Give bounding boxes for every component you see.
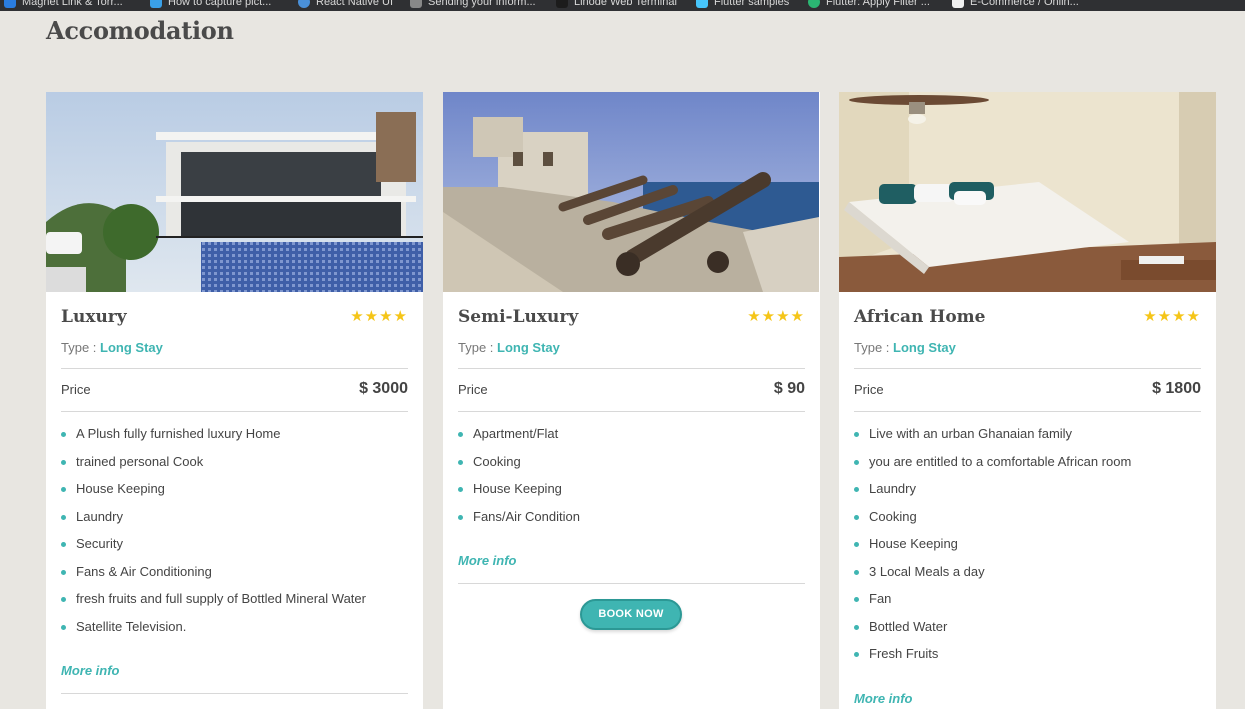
accommodation-card-semi-luxury: Semi-Luxury ★★★★ Type : Long Stay Price …	[443, 92, 820, 709]
feature-item: Bottled Water	[854, 619, 1131, 647]
card-title: Luxury	[61, 307, 127, 327]
feature-item: Laundry	[61, 509, 366, 537]
feature-item: House Keeping	[854, 536, 1131, 564]
bookmark-item[interactable]: Sending your inform...	[410, 0, 536, 9]
feature-item: Fan	[854, 591, 1131, 619]
divider	[854, 411, 1201, 412]
feature-item: you are entitled to a comfortable Africa…	[854, 454, 1131, 482]
feature-item: Satellite Television.	[61, 619, 366, 647]
accommodation-card-luxury: Luxury ★★★★ Type : Long Stay Price $ 300…	[46, 92, 423, 709]
bookmark-item[interactable]: E-Commerce / Onlin...	[952, 0, 1079, 9]
divider	[61, 368, 408, 369]
feature-item: Laundry	[854, 481, 1131, 509]
feature-item: Fans & Air Conditioning	[61, 564, 366, 592]
price-value: $ 1800	[1152, 380, 1201, 397]
feature-item: A Plush fully furnished luxury Home	[61, 426, 366, 454]
book-now-button[interactable]: BOOK NOW	[580, 599, 682, 630]
price-label: Price	[854, 382, 884, 397]
type-value: Long Stay	[100, 340, 163, 355]
rating-stars: ★★★★	[1143, 308, 1201, 325]
bookmark-item[interactable]: How to capture pict...	[150, 0, 271, 9]
divider	[61, 693, 408, 694]
more-info-link[interactable]: More info	[854, 691, 913, 706]
feature-item: fresh fruits and full supply of Bottled …	[61, 591, 366, 619]
feature-item: House Keeping	[61, 481, 366, 509]
features-list: Live with an urban Ghanaian family you a…	[854, 426, 1131, 674]
page-icon	[952, 0, 964, 8]
bookmarks-bar: Magnet Link & Torr... How to capture pic…	[0, 0, 1245, 11]
terminal-icon	[556, 0, 568, 8]
feature-item: Fans/Air Condition	[458, 509, 580, 537]
green-icon	[808, 0, 820, 8]
feature-item: Live with an urban Ghanaian family	[854, 426, 1131, 454]
modern-villa-photo	[46, 92, 423, 292]
type-row: Type : Long Stay	[458, 340, 560, 355]
type-row: Type : Long Stay	[61, 340, 163, 355]
divider	[458, 411, 805, 412]
feature-item: Cooking	[458, 454, 580, 482]
fort-cannons-photo	[443, 92, 820, 292]
price-label: Price	[458, 382, 488, 397]
feature-item: Apartment/Flat	[458, 426, 580, 454]
page-title: Accomodation	[46, 16, 234, 45]
bookmark-item[interactable]: Magnet Link & Torr...	[4, 0, 123, 9]
rating-stars: ★★★★	[747, 308, 805, 325]
price-value: $ 3000	[359, 380, 408, 397]
feature-item: House Keeping	[458, 481, 580, 509]
feature-item: Security	[61, 536, 366, 564]
circle-icon	[298, 0, 310, 8]
features-list: Apartment/Flat Cooking House Keeping Fan…	[458, 426, 580, 536]
card-title: Semi-Luxury	[458, 307, 579, 327]
divider	[458, 583, 805, 584]
bookmark-item[interactable]: Flutter samples	[696, 0, 789, 9]
rating-stars: ★★★★	[350, 308, 408, 325]
bookmark-item[interactable]: Linode Web Terminal	[556, 0, 677, 9]
accommodation-card-african-home: African Home ★★★★ Type : Long Stay Price…	[839, 92, 1216, 709]
type-label: Type :	[854, 340, 890, 355]
divider	[854, 368, 1201, 369]
doc-icon	[410, 0, 422, 8]
type-label: Type :	[61, 340, 97, 355]
card-title: African Home	[854, 307, 986, 327]
flutter-icon	[696, 0, 708, 8]
divider	[458, 368, 805, 369]
more-info-link[interactable]: More info	[458, 553, 517, 568]
divider	[61, 411, 408, 412]
type-value: Long Stay	[893, 340, 956, 355]
type-label: Type :	[458, 340, 494, 355]
type-row: Type : Long Stay	[854, 340, 956, 355]
type-value: Long Stay	[497, 340, 560, 355]
feature-item: Fresh Fruits	[854, 646, 1131, 674]
bookmark-item[interactable]: Flutter: Apply Filter ...	[808, 0, 930, 9]
bookmark-item[interactable]: React Native UI	[298, 0, 393, 9]
feature-item: Cooking	[854, 509, 1131, 537]
more-info-link[interactable]: More info	[61, 663, 120, 678]
features-list: A Plush fully furnished luxury Home trai…	[61, 426, 366, 646]
bedroom-photo	[839, 92, 1216, 292]
feature-item: trained personal Cook	[61, 454, 366, 482]
price-value: $ 90	[773, 380, 805, 397]
blue-x-icon	[4, 0, 16, 8]
feature-item: 3 Local Meals a day	[854, 564, 1131, 592]
price-label: Price	[61, 382, 91, 397]
grid-icon	[150, 0, 162, 8]
